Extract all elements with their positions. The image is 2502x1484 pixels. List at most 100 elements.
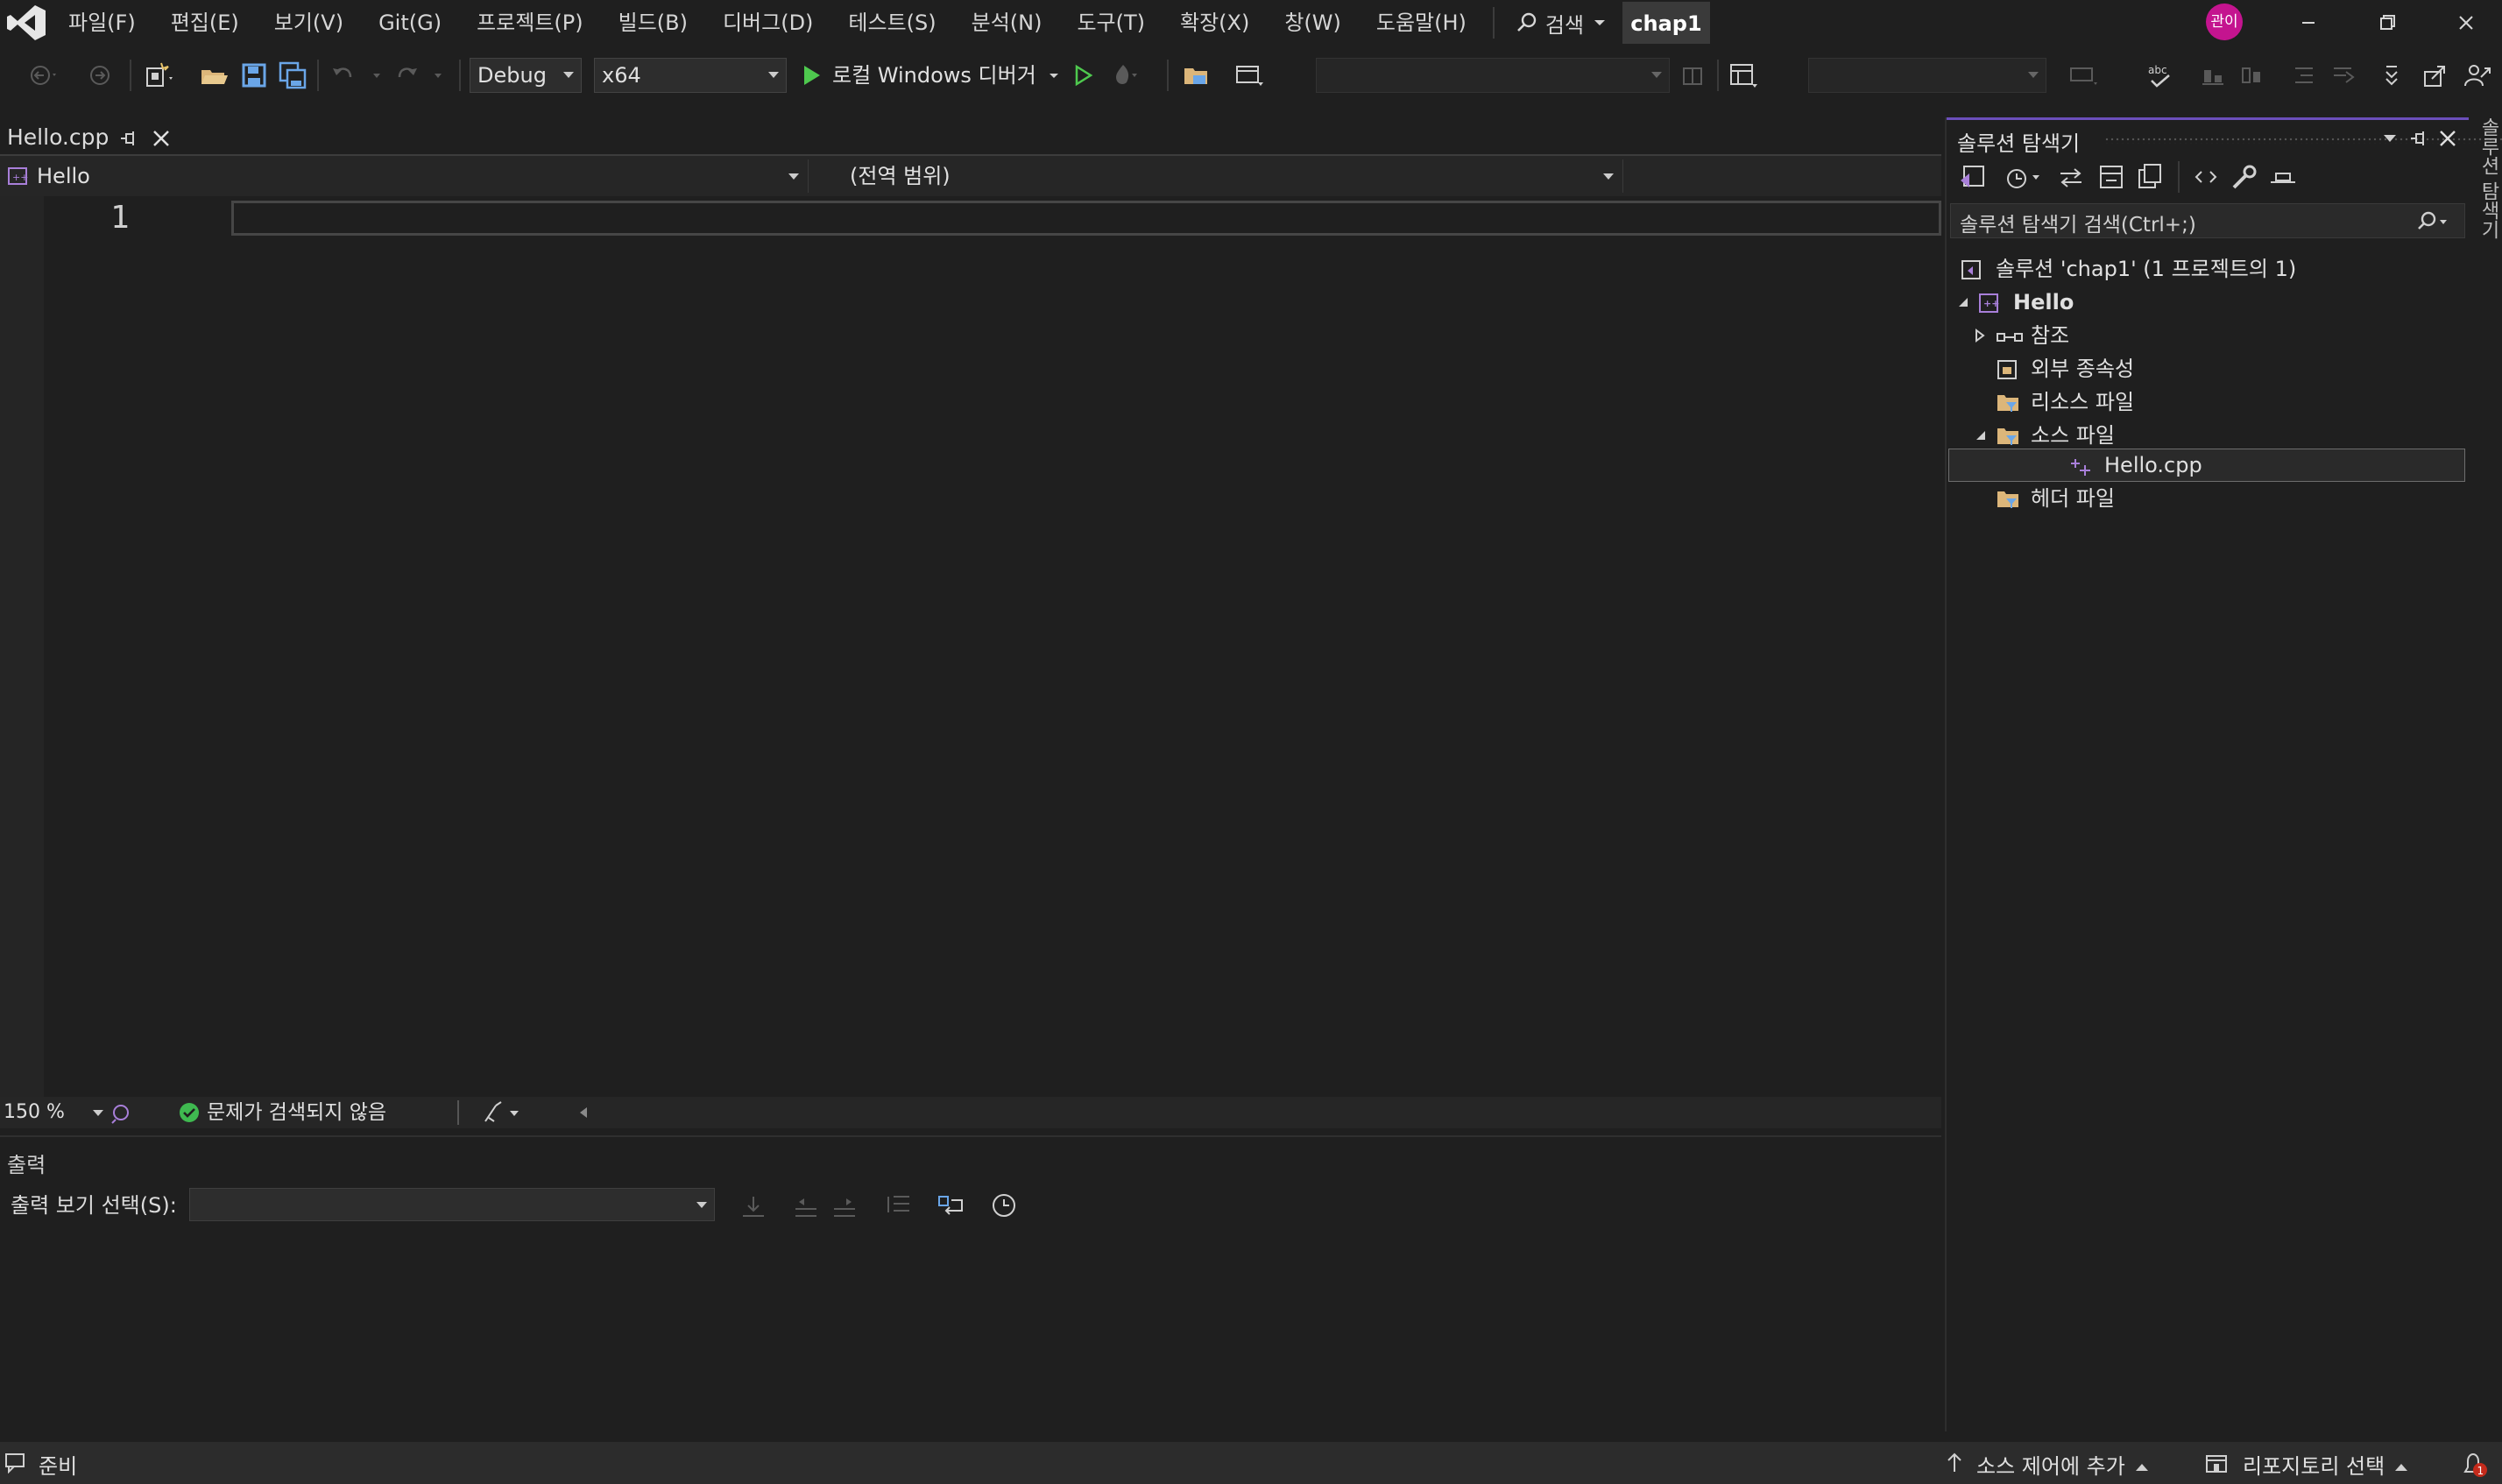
menu-help[interactable]: 도움말(H) bbox=[1359, 0, 1484, 46]
pending-changes-filter-icon[interactable] bbox=[2003, 161, 2050, 193]
add-to-source-control-button[interactable]: 소스 제어에 추가 bbox=[1976, 1449, 2148, 1480]
toolbar-empty-combo[interactable] bbox=[1316, 58, 1670, 93]
menu-analyze[interactable]: 분석(N) bbox=[954, 0, 1060, 46]
expanded-arrow-icon[interactable] bbox=[1952, 286, 1973, 319]
menu-tools[interactable]: 도구(T) bbox=[1059, 0, 1163, 46]
navigate-back-icon[interactable] bbox=[26, 60, 58, 91]
word-wrap-icon[interactable] bbox=[936, 1190, 967, 1221]
preview-selected-items-icon[interactable] bbox=[2267, 161, 2299, 193]
next-message-icon[interactable] bbox=[829, 1190, 860, 1221]
expanded-arrow-icon[interactable] bbox=[1969, 419, 1990, 452]
search-icon[interactable] bbox=[2415, 209, 2447, 234]
live-share-icon[interactable] bbox=[2462, 60, 2493, 91]
toolbar-overflow-icon[interactable] bbox=[2376, 60, 2407, 91]
share-icon[interactable] bbox=[2420, 60, 2451, 91]
previous-message-icon[interactable] bbox=[790, 1190, 822, 1221]
open-folder-icon[interactable] bbox=[1181, 60, 1212, 91]
minimize-button[interactable] bbox=[2269, 0, 2348, 46]
close-panel-icon[interactable] bbox=[2437, 128, 2458, 149]
comment-icon[interactable] bbox=[2067, 60, 2099, 91]
align-left-icon[interactable] bbox=[2197, 60, 2229, 91]
configuration-select[interactable]: Debug bbox=[470, 58, 582, 93]
undo-dropdown-icon[interactable] bbox=[363, 60, 394, 91]
find-icon[interactable] bbox=[1677, 60, 1708, 91]
spell-check-icon[interactable]: abc bbox=[2145, 60, 2176, 91]
menu-file[interactable]: 파일(F) bbox=[51, 0, 153, 46]
collapse-all-icon[interactable] bbox=[2096, 161, 2127, 193]
menu-debug[interactable]: 디버그(D) bbox=[705, 0, 830, 46]
output-status-icon[interactable] bbox=[4, 1451, 26, 1473]
timestamp-icon[interactable] bbox=[988, 1190, 1020, 1221]
intellicode-icon[interactable] bbox=[109, 1100, 133, 1125]
switch-views-icon[interactable] bbox=[1957, 161, 1989, 193]
layout-window-icon[interactable] bbox=[1233, 60, 1265, 91]
sync-with-document-icon[interactable] bbox=[2055, 161, 2087, 193]
align-distribute-icon[interactable] bbox=[2236, 60, 2267, 91]
menu-git[interactable]: Git(G) bbox=[361, 0, 459, 46]
collapsed-arrow-icon[interactable] bbox=[1969, 319, 1990, 352]
tree-item-project[interactable]: ++ Hello bbox=[1947, 286, 2469, 319]
toolbar-empty-combo-2[interactable] bbox=[1808, 58, 2046, 93]
pin-icon[interactable] bbox=[2407, 128, 2428, 149]
menu-view[interactable]: 보기(V) bbox=[257, 0, 361, 46]
visual-studio-logo-icon[interactable] bbox=[5, 4, 47, 42]
solution-explorer-side-tab[interactable]: 솔루션 탐색기 bbox=[2470, 117, 2502, 1431]
close-tab-icon[interactable] bbox=[151, 128, 172, 149]
clear-all-icon[interactable] bbox=[883, 1190, 915, 1221]
new-project-icon[interactable] bbox=[142, 60, 173, 91]
zoom-select[interactable]: 150 % bbox=[0, 1099, 107, 1127]
view-code-icon[interactable] bbox=[2190, 161, 2222, 193]
tree-item-resource-files[interactable]: 리소스 파일 bbox=[1947, 385, 2469, 419]
start-without-debugging-icon[interactable] bbox=[1067, 60, 1099, 91]
hot-reload-icon[interactable] bbox=[1107, 60, 1139, 91]
undo-icon[interactable] bbox=[328, 60, 359, 91]
account-avatar[interactable]: 관이 bbox=[2206, 4, 2243, 40]
search-button[interactable]: 검색 bbox=[1503, 0, 1621, 46]
show-all-files-icon[interactable] bbox=[2134, 161, 2166, 193]
save-icon[interactable] bbox=[238, 60, 270, 91]
tree-item-external-dependencies[interactable]: 외부 종속성 bbox=[1947, 352, 2469, 385]
scroll-left-icon[interactable] bbox=[573, 1100, 594, 1125]
save-all-icon[interactable] bbox=[277, 60, 308, 91]
platform-select[interactable]: x64 bbox=[594, 58, 787, 93]
redo-icon[interactable] bbox=[391, 60, 422, 91]
tab-hello-cpp[interactable]: Hello.cpp bbox=[0, 119, 180, 159]
code-editor[interactable]: 1 bbox=[0, 196, 1941, 1097]
start-debugging-icon[interactable] bbox=[795, 60, 827, 91]
project-scope-dropdown[interactable]: ++ Hello bbox=[0, 159, 809, 193]
solution-explorer-search[interactable]: 솔루션 탐색기 검색(Ctrl+;) bbox=[1950, 203, 2465, 238]
notifications-bell-icon[interactable]: 1 bbox=[2458, 1449, 2490, 1479]
output-source-select[interactable] bbox=[189, 1188, 715, 1221]
global-scope-dropdown[interactable]: (전역 범위) bbox=[815, 159, 1623, 193]
pin-icon[interactable] bbox=[117, 128, 138, 149]
debug-target-dropdown-icon[interactable] bbox=[1039, 60, 1071, 91]
restore-button[interactable] bbox=[2348, 0, 2427, 46]
menu-extensions[interactable]: 확장(X) bbox=[1163, 0, 1267, 46]
current-line-highlight[interactable] bbox=[231, 201, 1941, 236]
issues-status[interactable]: 문제가 검색되지 않음 bbox=[207, 1099, 386, 1127]
select-repository-button[interactable]: 리포지토리 선택 bbox=[2243, 1449, 2408, 1480]
tree-item-header-files[interactable]: 헤더 파일 bbox=[1947, 482, 2469, 515]
open-file-icon[interactable] bbox=[198, 60, 230, 91]
tree-item-solution[interactable]: 솔루션 'chap1' (1 프로젝트의 1) bbox=[1947, 252, 2469, 286]
outdent-icon[interactable] bbox=[2327, 60, 2358, 91]
menu-test[interactable]: 테스트(S) bbox=[830, 0, 953, 46]
table-layout-icon[interactable] bbox=[1728, 60, 1759, 91]
tree-item-references[interactable]: 참조 bbox=[1947, 319, 2469, 352]
redo-dropdown-icon[interactable] bbox=[424, 60, 456, 91]
menu-window[interactable]: 창(W) bbox=[1267, 0, 1359, 46]
panel-options-icon[interactable] bbox=[2379, 128, 2400, 149]
tree-item-hello-cpp[interactable]: Hello.cpp bbox=[1947, 449, 2469, 482]
menu-edit[interactable]: 편집(E) bbox=[153, 0, 257, 46]
menu-project[interactable]: 프로젝트(P) bbox=[459, 0, 601, 46]
indent-icon[interactable] bbox=[2288, 60, 2320, 91]
goto-error-icon[interactable] bbox=[738, 1190, 769, 1221]
glyph-margin[interactable] bbox=[0, 196, 44, 1097]
tree-item-source-files[interactable]: 소스 파일 bbox=[1947, 419, 2469, 452]
code-cleanup-icon[interactable] bbox=[480, 1099, 529, 1127]
close-window-button[interactable] bbox=[2427, 0, 2502, 46]
start-debugging-button[interactable]: 로컬 Windows 디버거 bbox=[832, 58, 1036, 93]
menu-build[interactable]: 빌드(B) bbox=[601, 0, 705, 46]
navigate-forward-icon[interactable] bbox=[84, 60, 116, 91]
properties-wrench-icon[interactable] bbox=[2229, 161, 2260, 193]
